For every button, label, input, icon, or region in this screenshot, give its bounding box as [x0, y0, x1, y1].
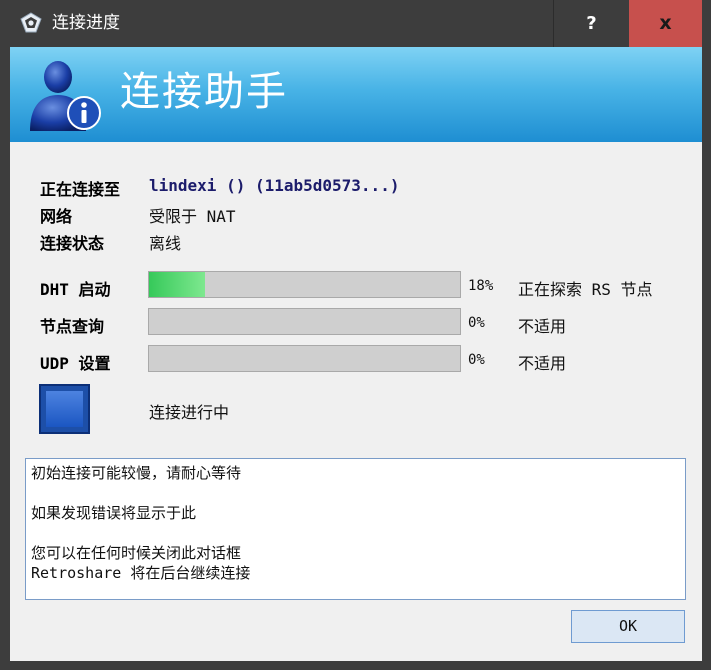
dht-progress-bar	[148, 271, 461, 298]
connection-progress-window: 连接进度 ? x 连接助手 正在连接至 lindexi () (11ab5d05…	[0, 0, 711, 670]
header-banner: 连接助手	[10, 47, 702, 142]
peer-lookup-progress-bar	[148, 308, 461, 335]
activity-text: 连接进行中	[149, 403, 230, 422]
state-label: 连接状态	[40, 234, 105, 253]
dht-percent: 18%	[468, 278, 494, 294]
activity-indicator-fill	[46, 391, 83, 427]
log-line: 初始连接可能较慢，请耐心等待	[31, 464, 242, 482]
log-text-box[interactable]: 初始连接可能较慢，请耐心等待 如果发现错误将显示于此 您可以在任何时候关闭此对话…	[25, 458, 686, 600]
udp-status: 不适用	[518, 354, 567, 373]
retroshare-logo-icon	[20, 12, 42, 33]
peer-lookup-status: 不适用	[518, 317, 567, 336]
title-bar: 连接进度 ? x	[0, 0, 711, 47]
help-button[interactable]: ?	[553, 0, 629, 47]
log-line: 您可以在任何时候关闭此对话框	[31, 544, 242, 562]
log-line: 如果发现错误将显示于此	[31, 504, 197, 522]
log-line: Retroshare 将在后台继续连接	[31, 564, 251, 582]
banner-title: 连接助手	[120, 69, 288, 115]
peer-lookup-percent: 0%	[468, 315, 485, 331]
log-blank-line	[31, 483, 680, 503]
activity-indicator	[39, 384, 90, 434]
connecting-label: 正在连接至	[40, 180, 121, 199]
udp-percent: 0%	[468, 352, 485, 368]
peer-lookup-label: 节点查询	[40, 317, 105, 336]
dialog-body: 连接助手 正在连接至 lindexi () (11ab5d0573...) 网络…	[10, 47, 702, 661]
window-title: 连接进度	[52, 13, 120, 33]
dht-progress-fill	[149, 272, 205, 297]
log-blank-line	[31, 523, 680, 543]
dht-label: DHT 启动	[40, 280, 111, 299]
udp-progress-bar	[148, 345, 461, 372]
close-button[interactable]: x	[629, 0, 702, 47]
state-value: 离线	[149, 234, 182, 253]
network-label: 网络	[40, 207, 73, 226]
network-value: 受限于 NAT	[149, 207, 236, 226]
peer-value: lindexi () (11ab5d0573...)	[149, 176, 400, 195]
ok-button[interactable]: OK	[571, 610, 685, 643]
udp-label: UDP 设置	[40, 354, 111, 373]
dht-status: 正在探索 RS 节点	[518, 280, 653, 299]
user-info-icon	[30, 61, 101, 131]
